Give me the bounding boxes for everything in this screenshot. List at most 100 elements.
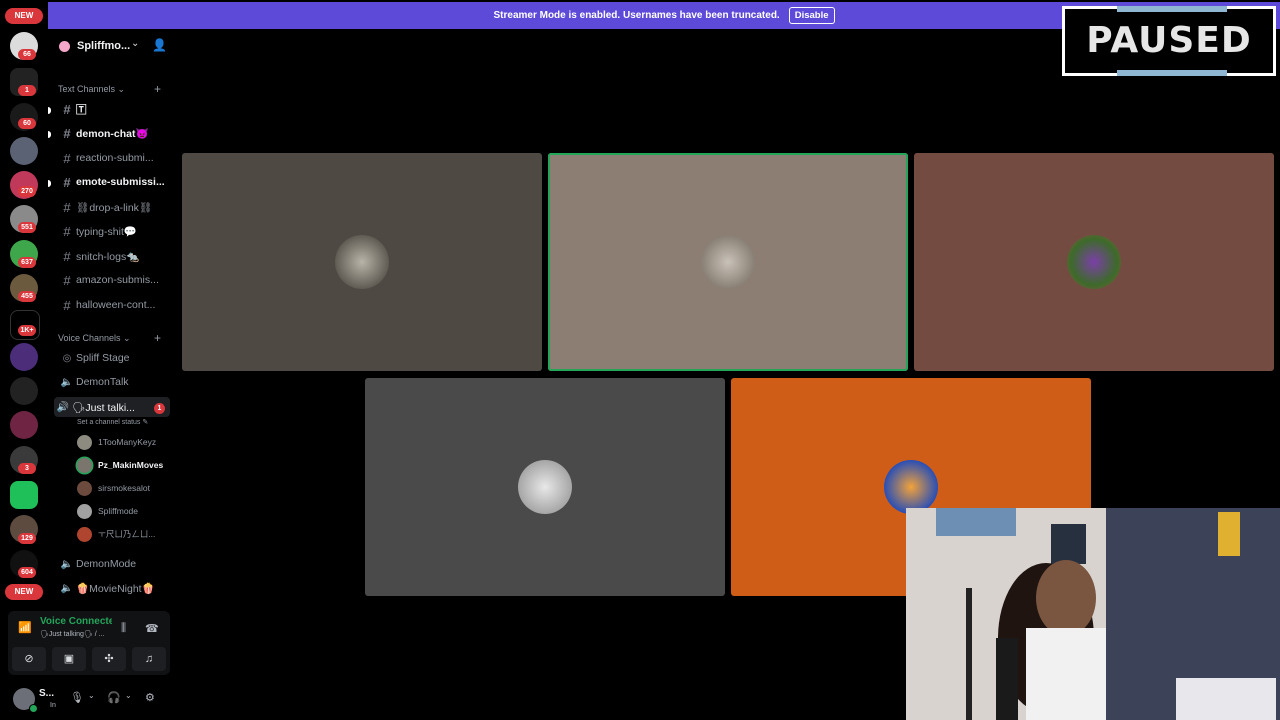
hash-icon: # [63,248,71,264]
participant-avatar [518,460,572,514]
stage-icon: ◎ [62,352,72,364]
hash-icon: # [63,174,71,190]
unread-indicator [48,131,51,138]
avatar [77,503,92,519]
voice-user[interactable]: 1TooManyKeyz [77,432,156,452]
video-tile-speaking[interactable] [548,153,908,371]
badge-count: 637 [18,257,36,268]
server-icon[interactable] [10,137,38,165]
voice-user[interactable]: Spliffmode [77,501,138,521]
decorative-stripe [1117,6,1227,12]
category-voice-channels[interactable]: Voice Channels ⌄ [58,333,131,344]
user-status: In [50,702,56,709]
paused-overlay: PAUSED [1062,6,1276,76]
camera-off-icon[interactable]: ⊘ [12,647,46,671]
voice-channel-item[interactable]: 🔈 DemonTalk [58,371,170,393]
channel-item[interactable]: # halloween-cont... [58,294,170,316]
channel-item[interactable]: # snitch-logs🐀 [58,245,170,267]
add-channel-icon[interactable]: + [154,82,161,96]
new-badge: NEW [5,8,43,24]
badge-count: 129 [18,533,36,544]
badge-count: 551 [18,222,36,233]
voice-channel-item[interactable]: ◎ Spliff Stage [58,347,170,369]
badge-count: 1K+ [18,325,36,336]
badge-count: 66 [18,49,36,60]
server-icon[interactable] [10,343,38,371]
participant-avatar [701,235,755,289]
voice-user[interactable]: Pz_MakinMoves [77,455,163,475]
invite-icon[interactable]: 👤 [152,38,167,52]
voice-channel-item[interactable]: 🔈 🍿MovieNight🍿 [58,577,170,599]
hash-icon: # [63,101,71,117]
participant-avatar [1067,235,1121,289]
badge-count: 270 [18,186,36,197]
server-icon[interactable] [10,411,38,439]
guild-name: Spliffmo... [77,40,131,52]
banner-text: Streamer Mode is enabled. Usernames have… [493,10,780,21]
avatar [77,434,92,450]
server-icon[interactable] [10,377,38,405]
chevron-down-icon[interactable]: ⌄ [125,691,132,700]
category-text-channels[interactable]: Text Channels ⌄ [58,84,125,95]
unread-indicator [48,180,51,187]
disconnect-icon[interactable]: ☎ [145,622,159,635]
voice-status-title[interactable]: Voice Connected [40,616,112,627]
signal-icon[interactable]: 📶 [18,621,32,634]
channel-item[interactable]: # 🅃 [58,98,170,120]
badge-count: 3 [18,463,36,474]
badge-count: 604 [18,567,36,578]
speaker-icon: 🔊 [56,401,70,413]
video-tile[interactable] [914,153,1274,371]
channel-item[interactable]: # typing-shit💬 [58,220,170,242]
paused-label: PAUSED [1086,20,1252,61]
voice-status-subtitle[interactable]: 🗣Just talking🗣 / ... [40,630,112,638]
badge-count: 1 [18,85,36,96]
unread-indicator [48,107,51,114]
channel-item[interactable]: # ⛓drop-a-link⛓ [58,196,170,218]
settings-gear-icon[interactable]: ⚙ [145,691,155,704]
hash-icon: # [63,297,71,313]
screen-share-icon[interactable]: ▣ [52,647,86,671]
hash-icon: # [63,125,71,141]
channel-item[interactable]: # demon-chat👿 [58,122,170,144]
add-channel-icon[interactable]: + [154,331,161,345]
user-panel: S... In 🎙 ⌄ 🎧 ⌄ ⚙ [8,683,170,717]
voice-channel-item[interactable]: 🔈 DemonMode [58,553,170,575]
channel-item[interactable]: # emote-submissi... [58,171,170,193]
server-icon[interactable] [10,481,38,509]
noise-suppression-icon[interactable]: ⫼ [121,622,126,635]
voice-channel-item-active[interactable]: 🔊 🗣Just talki... [54,397,170,417]
channel-item[interactable]: # amazon-submis... [58,269,170,291]
speaker-icon: 🔈 [60,376,74,388]
microphone-icon[interactable]: 🎙 [70,691,84,704]
chevron-down-icon[interactable]: ⌄ [131,38,139,49]
avatar [77,457,92,473]
activities-icon[interactable]: ✣ [92,647,126,671]
channel-status-hint[interactable]: Set a channel status ✎ [77,418,148,426]
webcam-overlay [906,508,1280,720]
mention-badge: 1 [154,403,165,414]
voice-user[interactable]: sirsmokesalot [77,478,150,498]
speaker-icon: 🔈 [60,582,74,594]
hash-icon: # [63,223,71,239]
webcam-image [906,508,1280,720]
participant-avatar [884,460,938,514]
badge-count: 60 [18,118,36,129]
hash-icon: # [63,199,71,215]
soundboard-icon[interactable]: ♫ [132,647,166,671]
hash-icon: # [63,150,71,166]
voice-user[interactable]: ㅜ尺ㄩ乃ㄥㄩ... [77,524,155,544]
disable-streamer-mode-button[interactable]: Disable [788,7,835,24]
new-badge: NEW [5,584,43,600]
video-tile[interactable] [182,153,542,371]
headphones-icon[interactable]: 🎧 [107,691,121,704]
guild-header[interactable]: Spliffmo... ⌄ 👤 [48,30,176,62]
avatar [77,480,92,496]
decorative-stripe [1117,70,1227,76]
channel-item[interactable]: # reaction-submi... [58,147,170,169]
chevron-down-icon[interactable]: ⌄ [88,691,95,700]
user-name[interactable]: S... [39,688,54,699]
guild-icon [59,41,70,52]
video-tile[interactable] [365,378,725,596]
participant-avatar [335,235,389,289]
